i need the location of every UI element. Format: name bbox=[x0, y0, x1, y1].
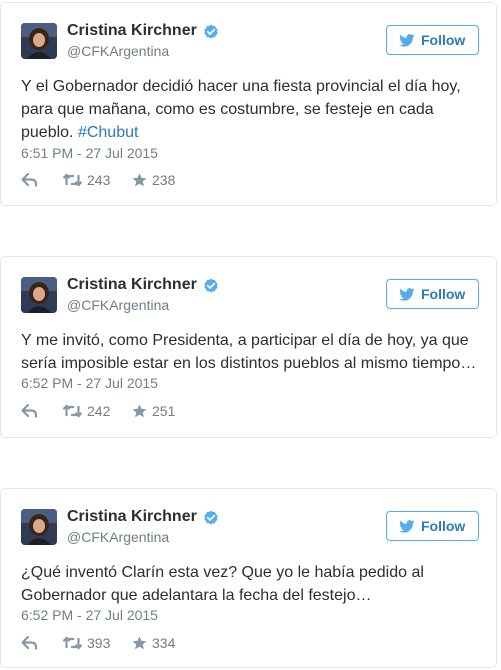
twitter-bird-icon bbox=[399, 33, 415, 47]
favorite-button[interactable]: 251 bbox=[132, 403, 175, 419]
follow-button[interactable]: Follow bbox=[386, 511, 479, 541]
tweet-actions: 242 251 bbox=[21, 402, 175, 420]
tweet-timestamp[interactable]: 6:52 PM - 27 Jul 2015 bbox=[21, 607, 158, 623]
tweet-text: Y el Gobernador decidió hacer una fiesta… bbox=[21, 75, 481, 144]
follow-label: Follow bbox=[421, 518, 466, 534]
reply-button[interactable] bbox=[21, 636, 63, 650]
reply-icon bbox=[21, 404, 38, 418]
tweet-text: Y me invitó, como Presidenta, a particip… bbox=[21, 329, 481, 375]
follow-button[interactable]: Follow bbox=[386, 25, 479, 55]
reply-icon bbox=[21, 173, 38, 187]
author-handle[interactable]: @CFKArgentina bbox=[67, 529, 169, 545]
favorite-count: 251 bbox=[152, 403, 176, 419]
author-name[interactable]: Cristina Kirchner bbox=[67, 22, 197, 40]
avatar-image bbox=[21, 23, 57, 59]
avatar[interactable] bbox=[21, 23, 57, 59]
avatar[interactable] bbox=[21, 509, 57, 545]
tweet-timestamp[interactable]: 6:52 PM - 27 Jul 2015 bbox=[21, 375, 158, 391]
reply-icon bbox=[21, 636, 38, 650]
reply-button[interactable] bbox=[21, 173, 63, 187]
reply-button[interactable] bbox=[21, 404, 63, 418]
retweet-button[interactable]: 242 bbox=[63, 403, 132, 419]
star-icon bbox=[132, 404, 147, 418]
avatar-image bbox=[21, 277, 57, 313]
hashtag-link[interactable]: #Chubut bbox=[78, 124, 139, 141]
star-icon bbox=[132, 636, 147, 650]
tweet-text: ¿Qué inventó Clarín esta vez? Que yo le … bbox=[21, 561, 481, 607]
author-name[interactable]: Cristina Kirchner bbox=[67, 276, 197, 294]
avatar[interactable] bbox=[21, 277, 57, 313]
tweet-card: Cristina Kirchner @CFKArgentina Follow Y… bbox=[0, 256, 497, 438]
favorite-button[interactable]: 238 bbox=[132, 172, 175, 188]
favorite-count: 334 bbox=[152, 635, 176, 651]
tweet-actions: 243 238 bbox=[21, 171, 175, 189]
author-handle[interactable]: @CFKArgentina bbox=[67, 43, 169, 59]
favorite-count: 238 bbox=[152, 172, 176, 188]
retweet-count: 243 bbox=[87, 172, 111, 188]
tweet-card: Cristina Kirchner @CFKArgentina Follow Y… bbox=[0, 2, 497, 206]
retweet-button[interactable]: 393 bbox=[63, 635, 132, 651]
tweet-body: ¿Qué inventó Clarín esta vez? Que yo le … bbox=[21, 564, 424, 604]
twitter-bird-icon bbox=[399, 287, 415, 301]
verified-badge-icon bbox=[204, 278, 218, 293]
tweet-body: Y me invitó, como Presidenta, a particip… bbox=[21, 332, 477, 372]
follow-label: Follow bbox=[421, 32, 466, 48]
tweet-card: Cristina Kirchner @CFKArgentina Follow ¿… bbox=[0, 488, 497, 668]
author-name[interactable]: Cristina Kirchner bbox=[67, 508, 197, 526]
retweet-count: 393 bbox=[87, 635, 111, 651]
follow-label: Follow bbox=[421, 286, 466, 302]
retweet-button[interactable]: 243 bbox=[63, 172, 132, 188]
retweet-icon bbox=[63, 636, 82, 650]
author-handle[interactable]: @CFKArgentina bbox=[67, 297, 169, 313]
verified-badge-icon bbox=[204, 24, 218, 39]
favorite-button[interactable]: 334 bbox=[132, 635, 175, 651]
retweet-icon bbox=[63, 173, 82, 187]
retweet-count: 242 bbox=[87, 403, 111, 419]
verified-badge-icon bbox=[204, 510, 218, 525]
twitter-bird-icon bbox=[399, 519, 415, 533]
avatar-image bbox=[21, 509, 57, 545]
follow-button[interactable]: Follow bbox=[386, 279, 479, 309]
tweet-timestamp[interactable]: 6:51 PM - 27 Jul 2015 bbox=[21, 145, 158, 161]
retweet-icon bbox=[63, 404, 82, 418]
star-icon bbox=[132, 173, 147, 187]
tweet-actions: 393 334 bbox=[21, 634, 175, 652]
